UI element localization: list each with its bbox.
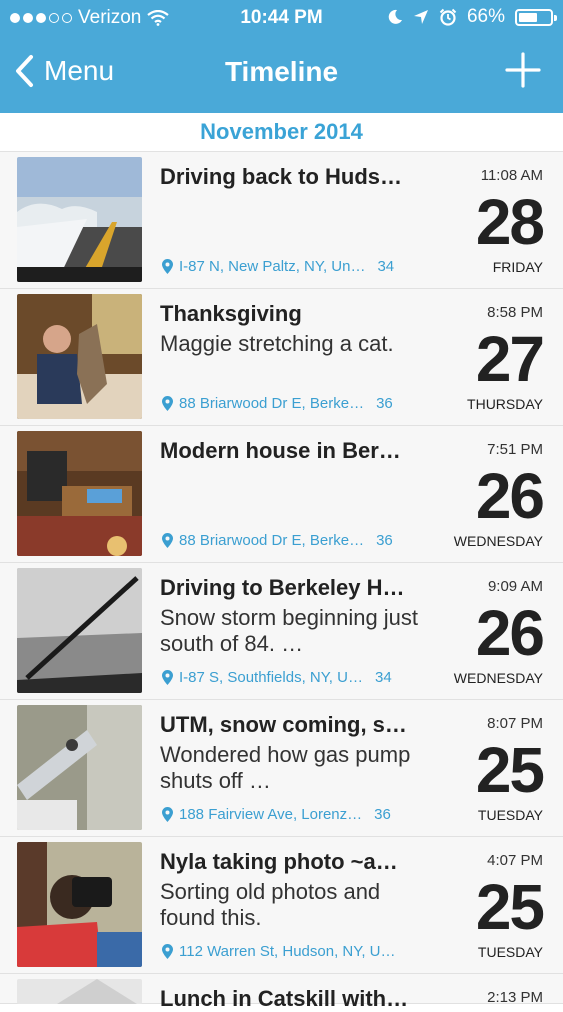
map-pin-icon	[162, 533, 173, 548]
entry-thumbnail	[17, 705, 142, 830]
entry-location-text: 88 Briarwood Dr E, Berke…	[179, 395, 365, 412]
entry-note: Wondered how gas pump shuts off …	[160, 742, 411, 793]
moon-icon	[388, 9, 402, 24]
top-bar: Verizon 10:44 PM 66% Menu Timeline	[0, 0, 563, 113]
entry-day: 27	[475, 323, 545, 395]
entry-title: Lunch in Catskill with…	[160, 986, 409, 1011]
entry-title: Modern house in Ber…	[160, 438, 401, 463]
entry-location-text: 112 Warren St, Hudson, NY, U…	[179, 943, 396, 960]
entry-location: I-87 S, Southfields, NY, U… 34	[162, 669, 442, 686]
timeline-entry[interactable]: Nyla taking photo ~a… Sorting old photos…	[0, 837, 563, 974]
entry-location-text: I-87 N, New Paltz, NY, Un…	[179, 258, 366, 275]
entry-time: 9:09 AM	[487, 578, 543, 595]
entry-weekday: WEDNESDAY	[453, 533, 543, 549]
entry-thumbnail	[17, 431, 142, 556]
entry-thumbnail	[17, 294, 142, 419]
entry-day: 25	[475, 871, 545, 943]
entry-count: 34	[374, 669, 392, 686]
map-pin-icon	[162, 944, 173, 959]
navigation-bar: Menu Timeline	[0, 44, 563, 104]
entry-note: Maggie stretching a cat.	[160, 331, 394, 356]
entry-count: 34	[377, 258, 395, 275]
entry-thumbnail	[17, 157, 142, 282]
entry-day: 25	[475, 734, 545, 806]
battery-icon	[515, 8, 557, 26]
entry-day: 26	[475, 460, 545, 532]
entry-location-text: 88 Briarwood Dr E, Berke…	[179, 532, 365, 549]
entry-time: 7:51 PM	[487, 441, 543, 458]
entry-time: 8:07 PM	[487, 715, 543, 732]
map-pin-icon	[162, 259, 173, 274]
entry-count: 36	[376, 532, 393, 549]
timeline-entry[interactable]: Driving to Berkeley H… Snow storm beginn…	[0, 563, 563, 700]
entry-count: 36	[376, 395, 393, 412]
entry-location: 88 Briarwood Dr E, Berke… 36	[162, 532, 442, 549]
map-pin-icon	[162, 807, 173, 822]
entry-count: 36	[374, 806, 391, 823]
entry-thumbnail	[17, 979, 142, 1004]
timeline-entry[interactable]: UTM, snow coming, s… Wondered how gas pu…	[0, 700, 563, 837]
status-bar: Verizon 10:44 PM 66%	[0, 0, 563, 38]
timeline-entry[interactable]: Modern house in Ber… 88 Briarwood Dr E, …	[0, 426, 563, 563]
timeline-entry[interactable]: Thanksgiving Maggie stretching a cat. 88…	[0, 289, 563, 426]
entry-time: 4:07 PM	[487, 852, 543, 869]
entry-time: 8:58 PM	[487, 304, 543, 321]
entry-location-text: I-87 S, Southfields, NY, U…	[179, 669, 363, 686]
entry-time: 2:13 PM	[487, 989, 543, 1006]
alarm-clock-icon	[439, 8, 457, 26]
entry-day: 26	[475, 597, 545, 669]
entry-time: 11:08 AM	[480, 167, 543, 184]
entry-note: Sorting old photos and found this.	[160, 879, 381, 930]
entry-thumbnail	[17, 568, 142, 693]
entry-note: Snow storm beginning just south of 84. …	[160, 605, 419, 656]
entry-location: 88 Briarwood Dr E, Berke… 36	[162, 395, 442, 412]
entry-weekday: WEDNESDAY	[453, 670, 543, 686]
page-title: Timeline	[224, 56, 339, 87]
entry-title: Driving to Berkeley H…	[160, 575, 405, 600]
timeline-list: Driving back to Huds… I-87 N, New Paltz,…	[0, 152, 563, 1011]
battery-percent: 66%	[466, 6, 505, 27]
add-button[interactable]	[503, 50, 543, 90]
timeline-entry[interactable]: Driving back to Huds… I-87 N, New Paltz,…	[0, 152, 563, 289]
entry-weekday: TUESDAY	[477, 944, 543, 960]
entry-weekday: FRIDAY	[492, 259, 543, 275]
entry-weekday: TUESDAY	[477, 807, 543, 823]
entry-title: Nyla taking photo ~a…	[160, 849, 398, 874]
entry-title: Driving back to Huds…	[160, 164, 403, 189]
entry-location: 188 Fairview Ave, Lorenz… 36	[162, 806, 442, 823]
entry-title: Thanksgiving	[160, 301, 302, 326]
month-section-header: November 2014	[0, 113, 563, 152]
entry-day: 28	[475, 186, 545, 258]
entry-location: 112 Warren St, Hudson, NY, U…	[162, 943, 442, 960]
entry-weekday: THURSDAY	[467, 396, 543, 412]
location-arrow-icon	[413, 10, 428, 24]
map-pin-icon	[162, 396, 173, 411]
entry-title: UTM, snow coming, s…	[160, 712, 407, 737]
entry-location-text: 188 Fairview Ave, Lorenz…	[179, 806, 363, 823]
entry-location: I-87 N, New Paltz, NY, Un… 34	[162, 258, 442, 275]
entry-thumbnail	[17, 842, 142, 967]
map-pin-icon	[162, 670, 173, 685]
